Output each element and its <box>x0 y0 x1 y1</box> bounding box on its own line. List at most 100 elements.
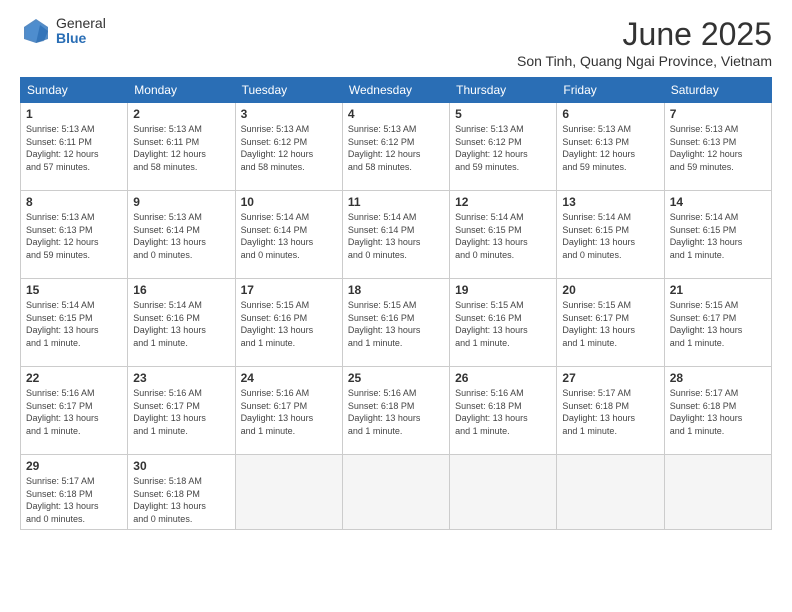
table-row <box>450 455 557 530</box>
day-number: 3 <box>241 107 337 121</box>
col-thursday: Thursday <box>450 78 557 103</box>
cell-content: Sunrise: 5:16 AM Sunset: 6:18 PM Dayligh… <box>348 387 444 437</box>
cell-content: Sunrise: 5:15 AM Sunset: 6:16 PM Dayligh… <box>348 299 444 349</box>
cell-content: Sunrise: 5:13 AM Sunset: 6:12 PM Dayligh… <box>455 123 551 173</box>
cell-content: Sunrise: 5:15 AM Sunset: 6:16 PM Dayligh… <box>241 299 337 349</box>
cell-content: Sunrise: 5:16 AM Sunset: 6:18 PM Dayligh… <box>455 387 551 437</box>
table-row: 16Sunrise: 5:14 AM Sunset: 6:16 PM Dayli… <box>128 279 235 367</box>
logo-blue-text: Blue <box>56 31 106 46</box>
day-number: 28 <box>670 371 766 385</box>
table-row <box>342 455 449 530</box>
col-tuesday: Tuesday <box>235 78 342 103</box>
day-number: 21 <box>670 283 766 297</box>
table-row: 21 Sunrise: 5:15 AM Sunset: 6:17 PM Dayli… <box>664 279 771 367</box>
day-number: 10 <box>241 195 337 209</box>
day-number: 27 <box>562 371 658 385</box>
calendar-week-row: 29Sunrise: 5:17 AM Sunset: 6:18 PM Dayli… <box>21 455 772 530</box>
calendar-week-row: 15 Sunrise: 5:14 AM Sunset: 6:15 PM Dayli… <box>21 279 772 367</box>
cell-content: Sunrise: 5:14 AM Sunset: 6:15 PM Dayligh… <box>455 211 551 261</box>
day-number: 2 <box>133 107 229 121</box>
day-number: 19 <box>455 283 551 297</box>
location-subtitle: Son Tinh, Quang Ngai Province, Vietnam <box>517 53 772 69</box>
cell-content: Sunrise: 5:16 AM Sunset: 6:17 PM Dayligh… <box>241 387 337 437</box>
table-row: 19Sunrise: 5:15 AM Sunset: 6:16 PM Dayli… <box>450 279 557 367</box>
cell-content: Sunrise: 5:13 AM Sunset: 6:11 PM Dayligh… <box>26 123 122 173</box>
col-sunday: Sunday <box>21 78 128 103</box>
table-row <box>557 455 664 530</box>
day-number: 8 <box>26 195 122 209</box>
table-row: 3 Sunrise: 5:13 AM Sunset: 6:12 PM Daylig… <box>235 103 342 191</box>
cell-content: Sunrise: 5:13 AM Sunset: 6:12 PM Dayligh… <box>348 123 444 173</box>
logo-general-text: General <box>56 16 106 31</box>
table-row: 10 Sunrise: 5:14 AM Sunset: 6:14 PM Dayli… <box>235 191 342 279</box>
calendar-week-row: 1 Sunrise: 5:13 AM Sunset: 6:11 PM Daylig… <box>21 103 772 191</box>
cell-content: Sunrise: 5:13 AM Sunset: 6:14 PM Dayligh… <box>133 211 229 261</box>
day-number: 23 <box>133 371 229 385</box>
table-row: 28 Sunrise: 5:17 AM Sunset: 6:18 PM Dayli… <box>664 367 771 455</box>
cell-content: Sunrise: 5:14 AM Sunset: 6:15 PM Dayligh… <box>670 211 766 261</box>
day-number: 20 <box>562 283 658 297</box>
day-number: 12 <box>455 195 551 209</box>
cell-content: Sunrise: 5:17 AM Sunset: 6:18 PM Dayligh… <box>562 387 658 437</box>
day-number: 29 <box>26 459 122 473</box>
table-row: 6 Sunrise: 5:13 AM Sunset: 6:13 PM Daylig… <box>557 103 664 191</box>
col-friday: Friday <box>557 78 664 103</box>
cell-content: Sunrise: 5:13 AM Sunset: 6:13 PM Dayligh… <box>562 123 658 173</box>
day-number: 25 <box>348 371 444 385</box>
cell-content: Sunrise: 5:14 AM Sunset: 6:15 PM Dayligh… <box>26 299 122 349</box>
day-number: 1 <box>26 107 122 121</box>
logo-icon <box>20 17 52 45</box>
table-row: 4 Sunrise: 5:13 AM Sunset: 6:12 PM Daylig… <box>342 103 449 191</box>
table-row <box>235 455 342 530</box>
table-row: 14 Sunrise: 5:14 AM Sunset: 6:15 PM Dayli… <box>664 191 771 279</box>
cell-content: Sunrise: 5:15 AM Sunset: 6:17 PM Dayligh… <box>670 299 766 349</box>
table-row: 11 Sunrise: 5:14 AM Sunset: 6:14 PM Dayli… <box>342 191 449 279</box>
day-number: 7 <box>670 107 766 121</box>
day-number: 4 <box>348 107 444 121</box>
day-number: 14 <box>670 195 766 209</box>
cell-content: Sunrise: 5:14 AM Sunset: 6:14 PM Dayligh… <box>348 211 444 261</box>
cell-content: Sunrise: 5:13 AM Sunset: 6:11 PM Dayligh… <box>133 123 229 173</box>
calendar-week-row: 22 Sunrise: 5:16 AM Sunset: 6:17 PM Dayli… <box>21 367 772 455</box>
day-number: 15 <box>26 283 122 297</box>
table-row: 22 Sunrise: 5:16 AM Sunset: 6:17 PM Dayli… <box>21 367 128 455</box>
cell-content: Sunrise: 5:14 AM Sunset: 6:14 PM Dayligh… <box>241 211 337 261</box>
logo: General Blue <box>20 16 106 47</box>
cell-content: Sunrise: 5:17 AM Sunset: 6:18 PM Dayligh… <box>670 387 766 437</box>
cell-content: Sunrise: 5:14 AM Sunset: 6:15 PM Dayligh… <box>562 211 658 261</box>
table-row: 29Sunrise: 5:17 AM Sunset: 6:18 PM Dayli… <box>21 455 128 530</box>
calendar-week-row: 8Sunrise: 5:13 AM Sunset: 6:13 PM Daylig… <box>21 191 772 279</box>
day-number: 18 <box>348 283 444 297</box>
table-row: 2 Sunrise: 5:13 AM Sunset: 6:11 PM Daylig… <box>128 103 235 191</box>
table-row: 26Sunrise: 5:16 AM Sunset: 6:18 PM Dayli… <box>450 367 557 455</box>
header: General Blue June 2025 Son Tinh, Quang N… <box>20 16 772 69</box>
cell-content: Sunrise: 5:16 AM Sunset: 6:17 PM Dayligh… <box>26 387 122 437</box>
day-number: 5 <box>455 107 551 121</box>
table-row: 9 Sunrise: 5:13 AM Sunset: 6:14 PM Daylig… <box>128 191 235 279</box>
day-number: 13 <box>562 195 658 209</box>
logo-text: General Blue <box>56 16 106 47</box>
table-row: 20 Sunrise: 5:15 AM Sunset: 6:17 PM Dayli… <box>557 279 664 367</box>
cell-content: Sunrise: 5:16 AM Sunset: 6:17 PM Dayligh… <box>133 387 229 437</box>
day-number: 9 <box>133 195 229 209</box>
table-row: 15 Sunrise: 5:14 AM Sunset: 6:15 PM Dayli… <box>21 279 128 367</box>
cell-content: Sunrise: 5:13 AM Sunset: 6:13 PM Dayligh… <box>670 123 766 173</box>
table-row: 17Sunrise: 5:15 AM Sunset: 6:16 PM Dayli… <box>235 279 342 367</box>
title-block: June 2025 Son Tinh, Quang Ngai Province,… <box>517 16 772 69</box>
day-number: 11 <box>348 195 444 209</box>
day-number: 6 <box>562 107 658 121</box>
day-number: 24 <box>241 371 337 385</box>
col-monday: Monday <box>128 78 235 103</box>
table-row: 30Sunrise: 5:18 AM Sunset: 6:18 PM Dayli… <box>128 455 235 530</box>
table-row: 8Sunrise: 5:13 AM Sunset: 6:13 PM Daylig… <box>21 191 128 279</box>
table-row: 13 Sunrise: 5:14 AM Sunset: 6:15 PM Dayli… <box>557 191 664 279</box>
day-number: 22 <box>26 371 122 385</box>
calendar-header-row: Sunday Monday Tuesday Wednesday Thursday… <box>21 78 772 103</box>
col-wednesday: Wednesday <box>342 78 449 103</box>
cell-content: Sunrise: 5:14 AM Sunset: 6:16 PM Dayligh… <box>133 299 229 349</box>
month-title: June 2025 <box>517 16 772 53</box>
cell-content: Sunrise: 5:15 AM Sunset: 6:17 PM Dayligh… <box>562 299 658 349</box>
cell-content: Sunrise: 5:13 AM Sunset: 6:12 PM Dayligh… <box>241 123 337 173</box>
day-number: 30 <box>133 459 229 473</box>
calendar-page: General Blue June 2025 Son Tinh, Quang N… <box>0 0 792 612</box>
